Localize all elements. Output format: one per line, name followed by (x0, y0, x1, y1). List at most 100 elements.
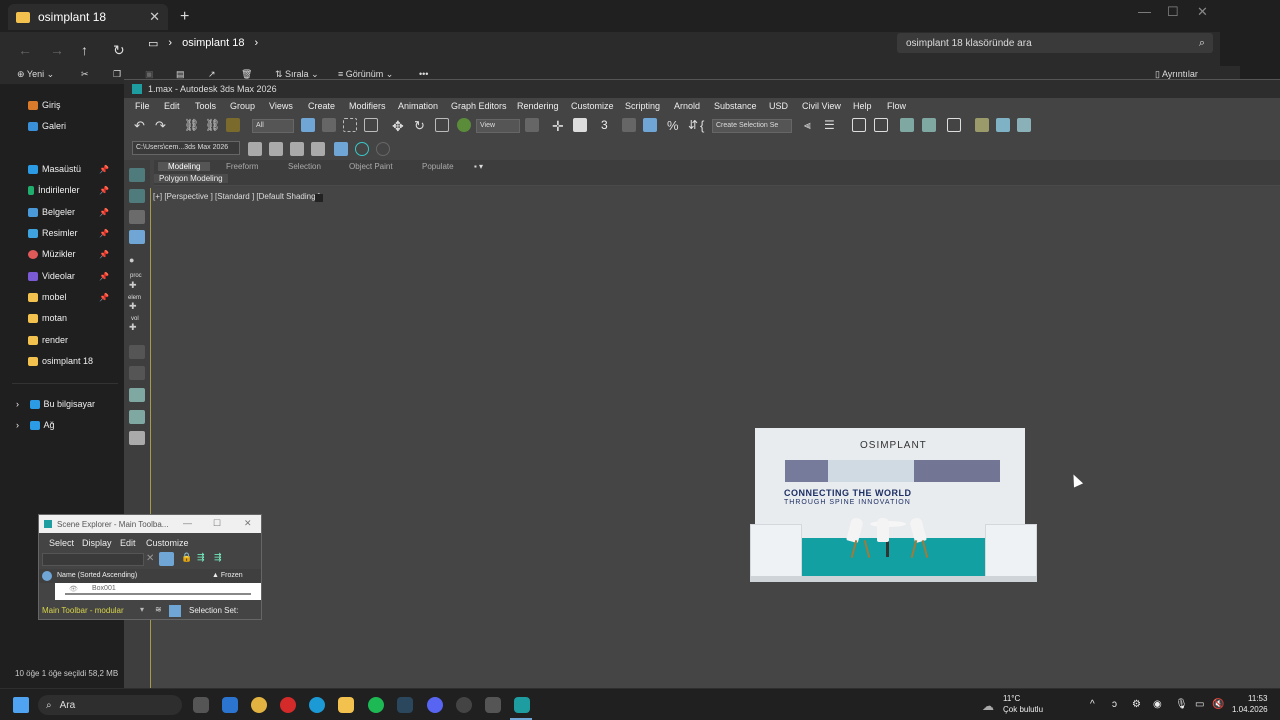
column-name[interactable]: Name (Sorted Ascending) (57, 572, 137, 579)
steam-tray-icon[interactable]: ◉ (1153, 699, 1162, 710)
menu-rendering[interactable]: Rendering (517, 101, 559, 111)
window-crossing-icon[interactable] (364, 118, 378, 132)
perspective-viewport[interactable]: [+] [Perspective ] [Standard ] [Default … (150, 188, 1280, 689)
steam-icon[interactable] (397, 697, 413, 713)
close-window-icon[interactable]: ✕ (1197, 4, 1208, 20)
rendered-frame-icon[interactable] (996, 118, 1010, 132)
maximize-icon[interactable]: ☐ (213, 518, 221, 529)
maximize-icon[interactable]: ☐ (1167, 4, 1179, 20)
eye-icon[interactable]: 👁 (69, 585, 78, 593)
settings-icon[interactable]: ⚙ (1132, 699, 1141, 710)
menu-arnold[interactable]: Arnold (674, 101, 700, 111)
percent-snap-toggle-icon[interactable]: % (667, 118, 681, 133)
outlook-icon[interactable] (222, 697, 238, 713)
polygon-modeling-panel[interactable]: Polygon Modeling (154, 174, 228, 183)
nav-documents[interactable]: Belgeler (28, 207, 75, 217)
hierarchy-icon[interactable]: ⇶ (197, 552, 205, 563)
snaps-toggle-icon[interactable]: 3 (601, 118, 615, 132)
manipulate-icon[interactable]: ✛ (552, 118, 566, 134)
minimize-icon[interactable]: — (1138, 4, 1151, 19)
object-name[interactable]: Box001 (92, 585, 116, 592)
scene-menu-select[interactable]: Select (49, 538, 74, 548)
up-icon[interactable]: ↑ (81, 42, 88, 58)
opera-icon[interactable] (280, 697, 296, 713)
scale-icon[interactable] (435, 118, 449, 132)
volume-mute-icon[interactable]: 🔇 (1212, 699, 1224, 710)
toggle-ribbon-icon[interactable] (874, 118, 888, 132)
rotate-icon[interactable]: ↻ (414, 118, 428, 133)
menu-help[interactable]: Help (853, 101, 872, 111)
unlink-icon[interactable]: ⛓ (205, 118, 220, 132)
named-selection-dropdown[interactable]: Create Selection Se (712, 119, 792, 133)
tab-osimplant[interactable]: osimplant 18 ✕ (8, 4, 168, 30)
lock-icon[interactable]: 🔒 (181, 552, 192, 563)
refresh-icon[interactable]: ↻ (113, 42, 125, 59)
check-icon[interactable] (355, 142, 369, 156)
scene-explorer-selector[interactable]: Main Toolbar - modular (42, 606, 124, 615)
copy-icon[interactable]: ❐ (113, 69, 121, 80)
cloud-icon[interactable]: ☁ (982, 699, 994, 713)
menu-flow[interactable]: Flow (887, 101, 906, 111)
motion-panel-icon[interactable] (129, 230, 145, 244)
redo-icon[interactable]: ↷ (155, 118, 169, 133)
tray-icon[interactable]: ↄ (1112, 699, 1117, 710)
nav-motan[interactable]: motan (28, 313, 67, 323)
file-explorer-icon[interactable] (338, 697, 354, 713)
app-icon[interactable] (485, 697, 501, 713)
nav-desktop[interactable]: Masaüstü (28, 164, 81, 174)
network-icon[interactable]: ▭ (1195, 699, 1204, 710)
menu-civil-view[interactable]: Civil View (802, 101, 841, 111)
render-production-icon[interactable] (1017, 118, 1031, 132)
weather-temp[interactable]: 11°C (1003, 694, 1020, 703)
nav-home[interactable]: Giriş (28, 100, 61, 110)
menu-edit[interactable]: Edit (164, 101, 180, 111)
save-icon[interactable] (334, 142, 348, 156)
menu-graph-editors[interactable]: Graph Editors (451, 101, 507, 111)
close-icon[interactable]: ✕ (244, 518, 252, 529)
chevron-up-icon[interactable]: ^ (1090, 699, 1095, 710)
hierarchy-panel-icon[interactable] (129, 210, 145, 224)
rect-selection-icon[interactable] (343, 118, 357, 132)
move-icon[interactable]: ✥ (392, 118, 406, 134)
selection-set-icon[interactable] (169, 605, 181, 617)
spotify-icon[interactable] (368, 697, 384, 713)
3dsmax-taskbar-icon[interactable] (514, 697, 530, 713)
material-editor-icon[interactable] (947, 118, 961, 132)
bind-spacewarp-icon[interactable] (226, 118, 240, 132)
undo-icon[interactable]: ↶ (134, 118, 148, 133)
modify-panel-icon[interactable] (129, 189, 145, 203)
clock-time[interactable]: 11:53 (1248, 694, 1267, 703)
table-row[interactable]: 👁 Box001 (55, 583, 261, 600)
menu-tools[interactable]: Tools (195, 101, 216, 111)
close-tab-icon[interactable]: ✕ (149, 9, 160, 25)
layer-icon[interactable]: ⇶ (214, 552, 222, 563)
menu-views[interactable]: Views (269, 101, 293, 111)
paint-icon[interactable]: ● (129, 255, 145, 269)
forward-icon[interactable]: → (50, 42, 64, 58)
project-icon[interactable] (248, 142, 262, 156)
align-icon[interactable]: ☰ (824, 118, 838, 132)
clock-date[interactable]: 1.04.2026 (1232, 705, 1268, 714)
angle-snap-icon[interactable] (622, 118, 636, 132)
column-frozen[interactable]: ▲ Frozen (212, 572, 243, 579)
create-panel-icon[interactable] (129, 168, 145, 182)
nav-this-pc[interactable]: › Bu bilgisayar (16, 399, 95, 409)
chrome-icon[interactable] (251, 697, 267, 713)
scene-search-field[interactable] (42, 553, 144, 566)
discord-icon[interactable] (427, 697, 443, 713)
tool-icon[interactable] (129, 366, 145, 380)
nav-pictures[interactable]: Resimler (28, 228, 78, 238)
search-input[interactable]: osimplant 18 klasöründe ara ⌕ (897, 33, 1213, 53)
percent-icon[interactable] (648, 118, 662, 132)
nav-network[interactable]: › Ağ (16, 420, 55, 430)
placement-icon[interactable] (457, 118, 471, 132)
menu-create[interactable]: Create (308, 101, 335, 111)
minimize-icon[interactable]: — (183, 518, 192, 528)
weather-desc[interactable]: Çok bulutlu (1003, 705, 1043, 714)
breadcrumb[interactable]: osimplant 18 (182, 37, 244, 49)
nav-render[interactable]: render (28, 335, 68, 345)
image-icon[interactable] (129, 431, 145, 445)
pivot-icon[interactable] (525, 118, 539, 132)
cut-icon[interactable]: ✂ (81, 69, 89, 80)
tab-modeling[interactable]: Modeling (158, 162, 211, 171)
